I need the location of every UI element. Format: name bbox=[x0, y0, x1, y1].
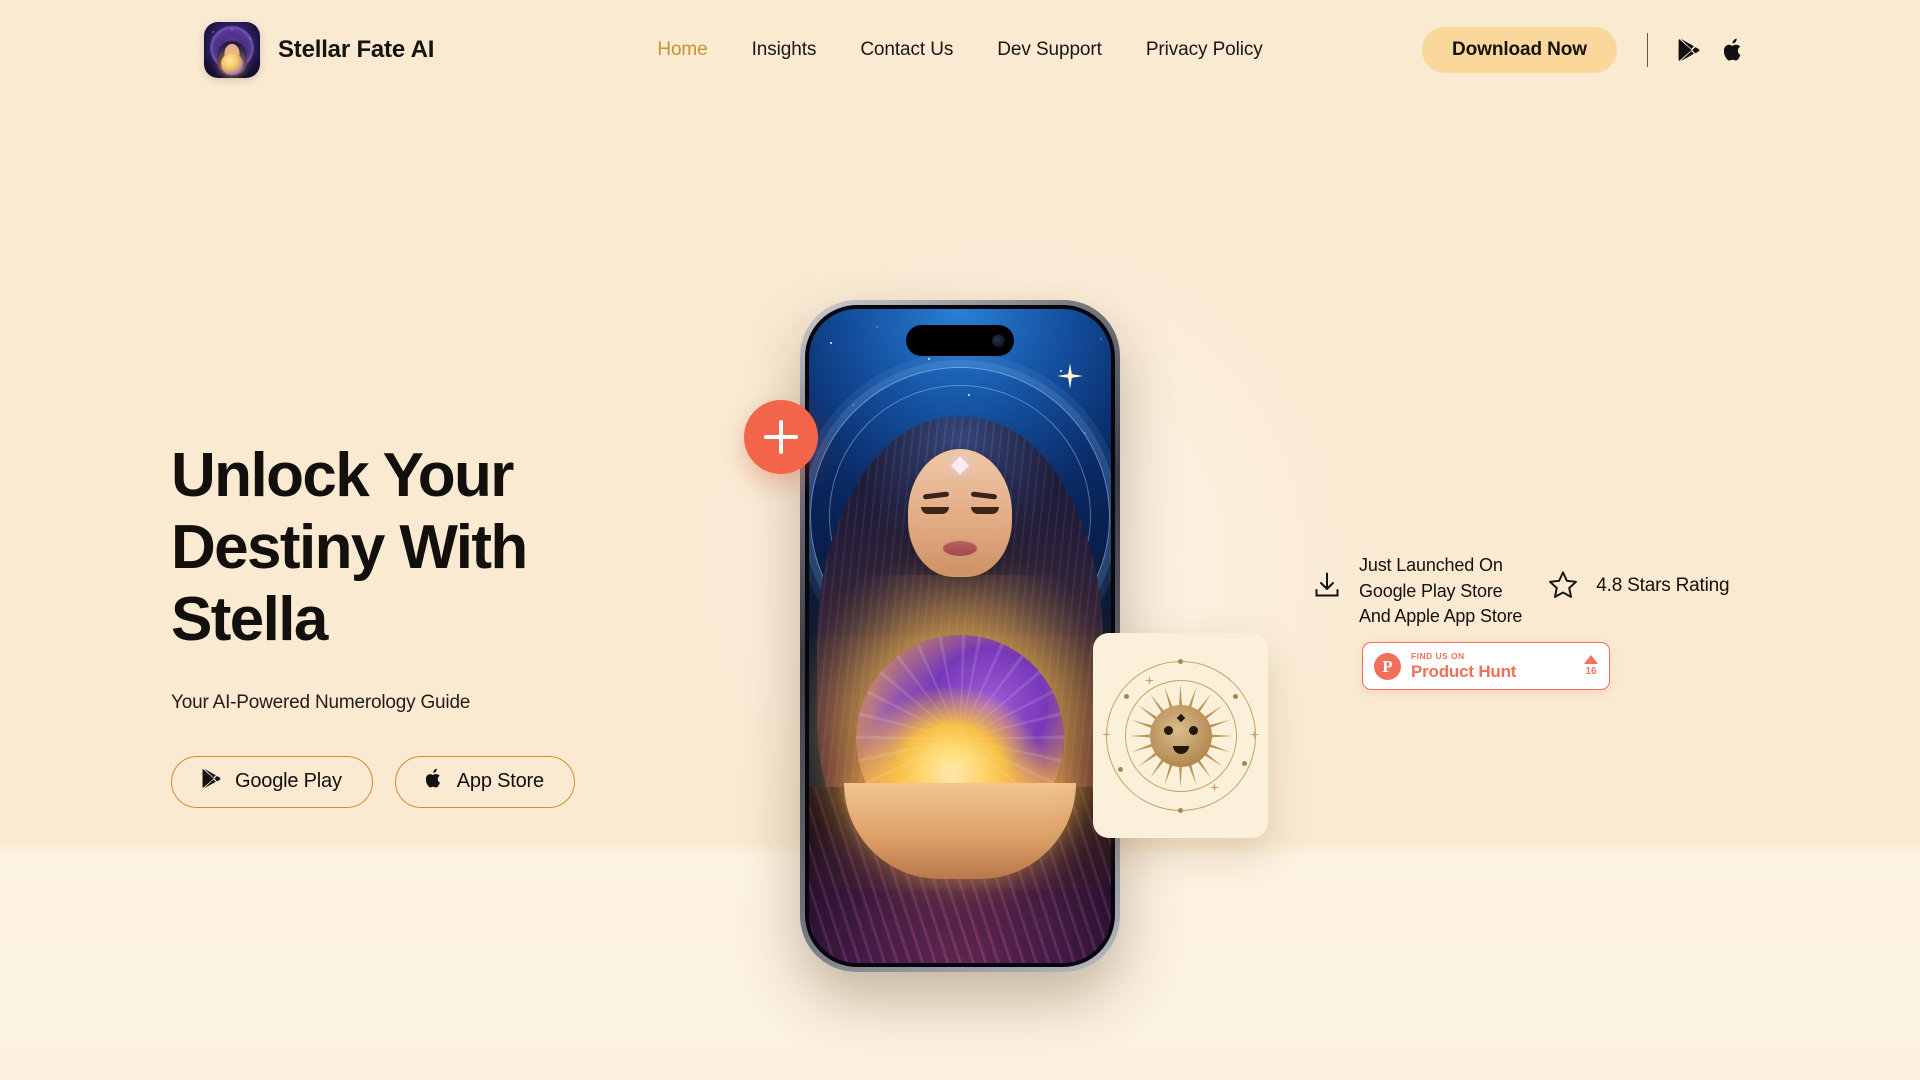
eyebrow-right bbox=[970, 491, 998, 500]
brand-name: Stellar Fate AI bbox=[278, 36, 435, 63]
sun-mouth bbox=[1172, 745, 1189, 754]
hero-subtitle: Your AI-Powered Numerology Guide bbox=[171, 691, 471, 713]
eye-right bbox=[971, 507, 999, 514]
sun-face-orbit-icon-card bbox=[1093, 633, 1268, 838]
page-title: Unlock Your Destiny With Stella bbox=[171, 440, 791, 656]
orbit-dot bbox=[1232, 693, 1238, 699]
header-divider bbox=[1647, 33, 1648, 67]
nav-item-contact-us[interactable]: Contact Us bbox=[860, 39, 953, 61]
phone-screen bbox=[809, 309, 1111, 963]
product-hunt-label: Product Hunt bbox=[1411, 662, 1517, 682]
download-icon bbox=[1313, 571, 1341, 604]
plus-icon-button[interactable] bbox=[744, 400, 818, 474]
nav-item-privacy-policy[interactable]: Privacy Policy bbox=[1146, 39, 1263, 61]
landing-page: Stellar Fate AI Home Insights Contact Us… bbox=[0, 0, 1920, 1080]
launch-info: Just Launched On Google Play Store And A… bbox=[1313, 553, 1522, 630]
phone-frame bbox=[800, 300, 1120, 972]
figure-face bbox=[908, 449, 1012, 577]
product-hunt-upvote[interactable]: 16 bbox=[1584, 655, 1598, 677]
launch-info-text: Just Launched On Google Play Store And A… bbox=[1359, 555, 1523, 627]
sun-eye-right bbox=[1188, 725, 1198, 735]
eyebrow-left bbox=[922, 491, 950, 500]
star-outline-icon bbox=[1548, 570, 1578, 605]
product-hunt-text: FIND US ON Product Hunt bbox=[1411, 652, 1516, 681]
sun-forehead-dot bbox=[1176, 713, 1185, 722]
dynamic-island bbox=[906, 325, 1014, 356]
product-hunt-small-label: FIND US ON bbox=[1411, 650, 1465, 661]
hero-store-buttons: Google Play App Store bbox=[171, 755, 791, 808]
google-play-button-label: Google Play bbox=[235, 770, 342, 793]
hero-info-block: Just Launched On Google Play Store And A… bbox=[1313, 553, 1730, 630]
app-store-button-label: App Store bbox=[456, 770, 544, 793]
logo-orb bbox=[221, 53, 243, 75]
orbit-dot bbox=[1178, 807, 1183, 813]
apple-logo-icon bbox=[425, 768, 443, 795]
nav-item-insights[interactable]: Insights bbox=[752, 39, 817, 61]
orbit-dot bbox=[1117, 766, 1123, 772]
google-play-button[interactable]: Google Play bbox=[171, 755, 373, 808]
site-header: Stellar Fate AI Home Insights Contact Us… bbox=[0, 0, 1920, 100]
rating-text: 4.8 Stars Rating bbox=[1596, 575, 1730, 596]
google-play-icon[interactable] bbox=[1678, 38, 1700, 62]
sun-face bbox=[1158, 713, 1204, 756]
product-hunt-logo-icon: P bbox=[1374, 652, 1401, 680]
headline-line-3: Stella bbox=[171, 584, 328, 654]
eye-left bbox=[921, 507, 949, 514]
brand[interactable]: Stellar Fate AI bbox=[204, 22, 434, 78]
orbit-dot bbox=[1178, 658, 1183, 664]
lips bbox=[943, 541, 977, 556]
rating-info: 4.8 Stars Rating bbox=[1548, 553, 1730, 605]
headline-line-2: Destiny With bbox=[171, 512, 528, 582]
sun-eye-left bbox=[1163, 725, 1173, 735]
hero-text-block: Unlock Your Destiny With Stella Your AI-… bbox=[171, 440, 791, 808]
nav-item-home[interactable]: Home bbox=[657, 39, 707, 61]
upvote-triangle-icon bbox=[1584, 655, 1598, 664]
app-store-button[interactable]: App Store bbox=[394, 755, 575, 808]
forehead-gem bbox=[950, 456, 970, 475]
phone-bezel bbox=[805, 305, 1115, 967]
app-logo-mystic-woman-icon bbox=[204, 22, 260, 78]
nav-item-dev-support[interactable]: Dev Support bbox=[997, 39, 1102, 61]
sun-graphic bbox=[1101, 658, 1260, 813]
download-now-button[interactable]: Download Now bbox=[1422, 27, 1617, 73]
phone-mockup bbox=[800, 300, 1120, 972]
upvote-count: 16 bbox=[1585, 666, 1597, 677]
orbit-dot bbox=[1241, 760, 1247, 766]
headline-line-1: Unlock Your bbox=[171, 441, 514, 510]
header-actions: Download Now bbox=[1422, 27, 1744, 73]
apple-logo-icon[interactable] bbox=[1724, 38, 1744, 62]
main-navigation: Home Insights Contact Us Dev Support Pri… bbox=[657, 39, 1262, 61]
google-play-icon bbox=[202, 768, 221, 795]
product-hunt-badge[interactable]: P FIND US ON Product Hunt 16 bbox=[1362, 642, 1610, 690]
